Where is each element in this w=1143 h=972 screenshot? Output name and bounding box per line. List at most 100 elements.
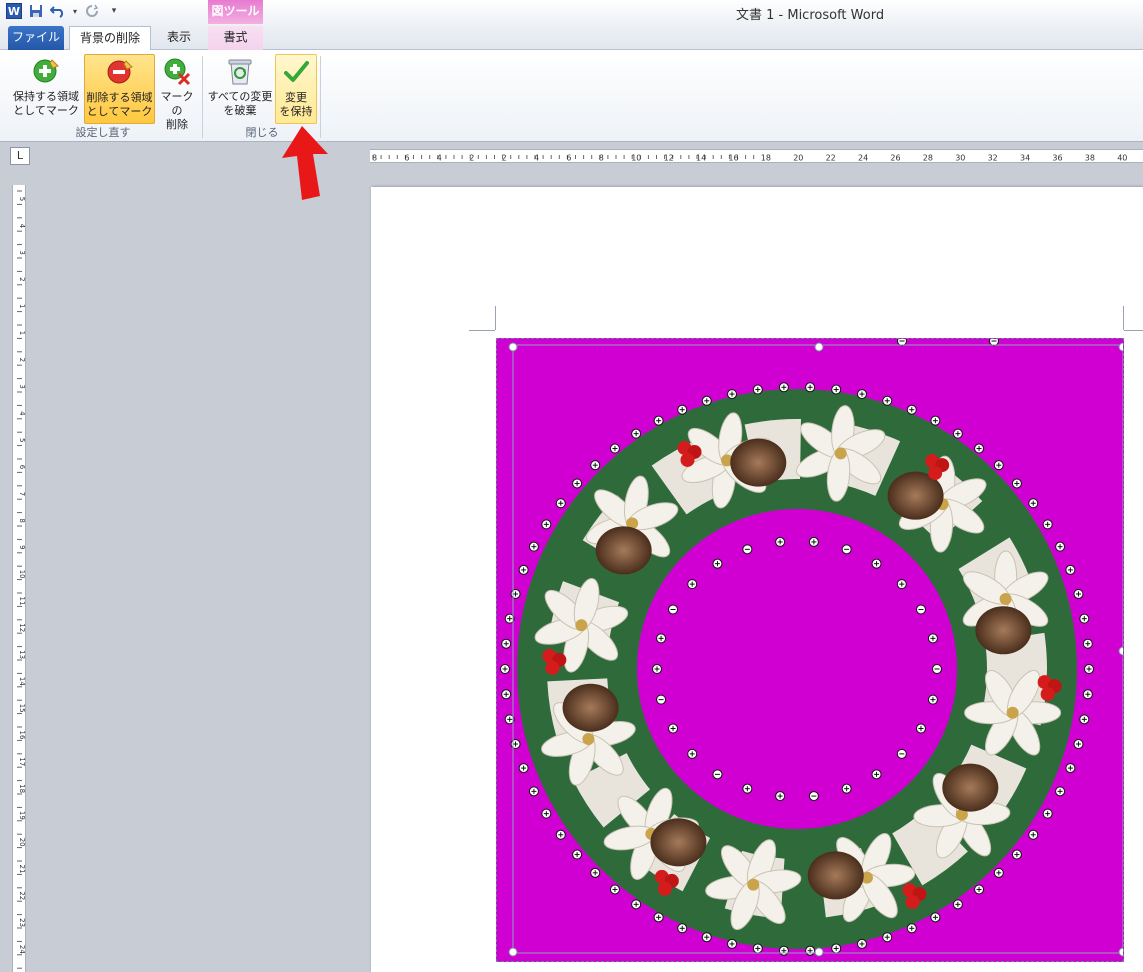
customize-qat-icon[interactable]: ▾	[106, 3, 122, 19]
keep-marker-icon[interactable]	[1079, 613, 1090, 624]
horizontal-ruler[interactable]: 8 6 4 2 2 4 6 8 10 12 14 16 18 20 22 24 26 28 30 32 34 36 38 40	[370, 149, 1143, 163]
keep-marker-icon[interactable]	[712, 558, 723, 569]
keep-marker-icon[interactable]	[1011, 849, 1022, 860]
keep-marker-icon[interactable]	[930, 415, 941, 426]
keep-marker-icon[interactable]	[541, 808, 552, 819]
keep-marker-icon[interactable]	[752, 943, 763, 954]
resize-handle[interactable]	[1118, 646, 1124, 656]
keep-marker-icon[interactable]	[1073, 588, 1084, 599]
keep-marker-icon[interactable]	[974, 884, 985, 895]
keep-marker-icon[interactable]	[752, 384, 763, 395]
keep-marker-icon[interactable]	[805, 382, 816, 393]
tab-background-removal[interactable]: 背景の削除	[69, 26, 151, 50]
undo-icon[interactable]	[50, 3, 66, 19]
keep-marker-icon[interactable]	[882, 932, 893, 943]
keep-marker-icon[interactable]	[993, 867, 1004, 878]
keep-marker-icon[interactable]	[572, 849, 583, 860]
keep-marker-icon[interactable]	[1028, 498, 1039, 509]
save-icon[interactable]	[28, 3, 44, 19]
keep-marker-icon[interactable]	[952, 428, 963, 439]
remove-marker-icon[interactable]	[808, 791, 819, 802]
keep-marker-icon[interactable]	[915, 723, 926, 734]
remove-marker-icon[interactable]	[915, 604, 926, 615]
keep-marker-icon[interactable]	[653, 912, 664, 923]
remove-marker-icon[interactable]	[742, 544, 753, 555]
mark-areas-to-remove-button[interactable]: 削除する領域 としてマーク	[84, 54, 155, 124]
keep-marker-icon[interactable]	[882, 395, 893, 406]
resize-handle[interactable]	[814, 342, 824, 352]
keep-marker-icon[interactable]	[518, 564, 529, 575]
resize-handle[interactable]	[508, 342, 518, 352]
keep-marker-icon[interactable]	[1065, 564, 1076, 575]
keep-marker-icon[interactable]	[856, 938, 867, 949]
keep-marker-icon[interactable]	[727, 389, 738, 400]
resize-handle[interactable]	[814, 947, 824, 957]
keep-marker-icon[interactable]	[541, 519, 552, 530]
remove-marker-icon[interactable]	[712, 769, 723, 780]
keep-marker-icon[interactable]	[775, 791, 786, 802]
keep-changes-button[interactable]: 変更 を保持	[275, 54, 317, 124]
keep-marker-icon[interactable]	[1028, 829, 1039, 840]
keep-marker-icon[interactable]	[668, 723, 679, 734]
tab-view[interactable]: 表示	[155, 26, 203, 50]
keep-marker-icon[interactable]	[555, 498, 566, 509]
keep-marker-icon[interactable]	[993, 460, 1004, 471]
keep-marker-icon[interactable]	[590, 867, 601, 878]
keep-marker-icon[interactable]	[590, 460, 601, 471]
keep-marker-icon[interactable]	[1082, 689, 1093, 700]
discard-all-changes-button[interactable]: すべての変更 を破棄	[207, 54, 273, 124]
keep-marker-icon[interactable]	[631, 428, 642, 439]
keep-marker-icon[interactable]	[808, 536, 819, 547]
keep-marker-icon[interactable]	[927, 633, 938, 644]
keep-marker-icon[interactable]	[687, 748, 698, 759]
keep-marker-icon[interactable]	[1042, 808, 1053, 819]
keep-marker-icon[interactable]	[677, 404, 688, 415]
keep-marker-icon[interactable]	[871, 769, 882, 780]
vertical-ruler[interactable]: 5 4 3 2 1 1 2 3 4 5 6 7 8 9 10 11 12 13 14 15 16 17 18 19 20 21 22…	[12, 185, 26, 972]
keep-marker-icon[interactable]	[500, 664, 510, 674]
keep-marker-icon[interactable]	[609, 443, 620, 454]
keep-marker-icon[interactable]	[856, 389, 867, 400]
undo-dropdown-icon[interactable]: ▾	[72, 3, 78, 19]
keep-marker-icon[interactable]	[555, 829, 566, 840]
keep-marker-icon[interactable]	[952, 899, 963, 910]
keep-marker-icon[interactable]	[1084, 664, 1094, 674]
remove-marker-icon[interactable]	[932, 664, 942, 674]
keep-marker-icon[interactable]	[510, 739, 521, 750]
keep-marker-icon[interactable]	[528, 786, 539, 797]
remove-marker-icon[interactable]	[841, 544, 852, 555]
remove-marker-icon[interactable]	[896, 748, 907, 759]
keep-marker-icon[interactable]	[1079, 714, 1090, 725]
keep-marker-icon[interactable]	[896, 579, 907, 590]
keep-marker-icon[interactable]	[841, 783, 852, 794]
keep-marker-icon[interactable]	[1073, 739, 1084, 750]
tab-file[interactable]: ファイル	[8, 26, 64, 50]
keep-marker-icon[interactable]	[974, 443, 985, 454]
keep-marker-icon[interactable]	[1011, 478, 1022, 489]
wreath-image[interactable]	[496, 338, 1124, 962]
keep-marker-icon[interactable]	[501, 689, 512, 700]
keep-marker-icon[interactable]	[930, 912, 941, 923]
mark-areas-to-keep-button[interactable]: 保持する領域 としてマーク	[10, 54, 82, 124]
keep-marker-icon[interactable]	[1055, 541, 1066, 552]
keep-marker-icon[interactable]	[727, 938, 738, 949]
keep-marker-icon[interactable]	[1065, 763, 1076, 774]
resize-handle[interactable]	[508, 947, 518, 957]
keep-marker-icon[interactable]	[653, 415, 664, 426]
keep-marker-icon[interactable]	[652, 664, 662, 674]
keep-marker-icon[interactable]	[805, 945, 816, 956]
keep-marker-icon[interactable]	[572, 478, 583, 489]
keep-marker-icon[interactable]	[906, 923, 917, 934]
keep-marker-icon[interactable]	[1082, 638, 1093, 649]
keep-marker-icon[interactable]	[518, 763, 529, 774]
keep-marker-icon[interactable]	[778, 945, 789, 956]
keep-marker-icon[interactable]	[631, 899, 642, 910]
resize-handle[interactable]	[1118, 342, 1124, 352]
remove-marker-icon[interactable]	[668, 604, 679, 615]
keep-marker-icon[interactable]	[871, 558, 882, 569]
keep-marker-icon[interactable]	[906, 404, 917, 415]
keep-marker-icon[interactable]	[528, 541, 539, 552]
keep-marker-icon[interactable]	[501, 638, 512, 649]
keep-marker-icon[interactable]	[742, 783, 753, 794]
keep-marker-icon[interactable]	[701, 395, 712, 406]
